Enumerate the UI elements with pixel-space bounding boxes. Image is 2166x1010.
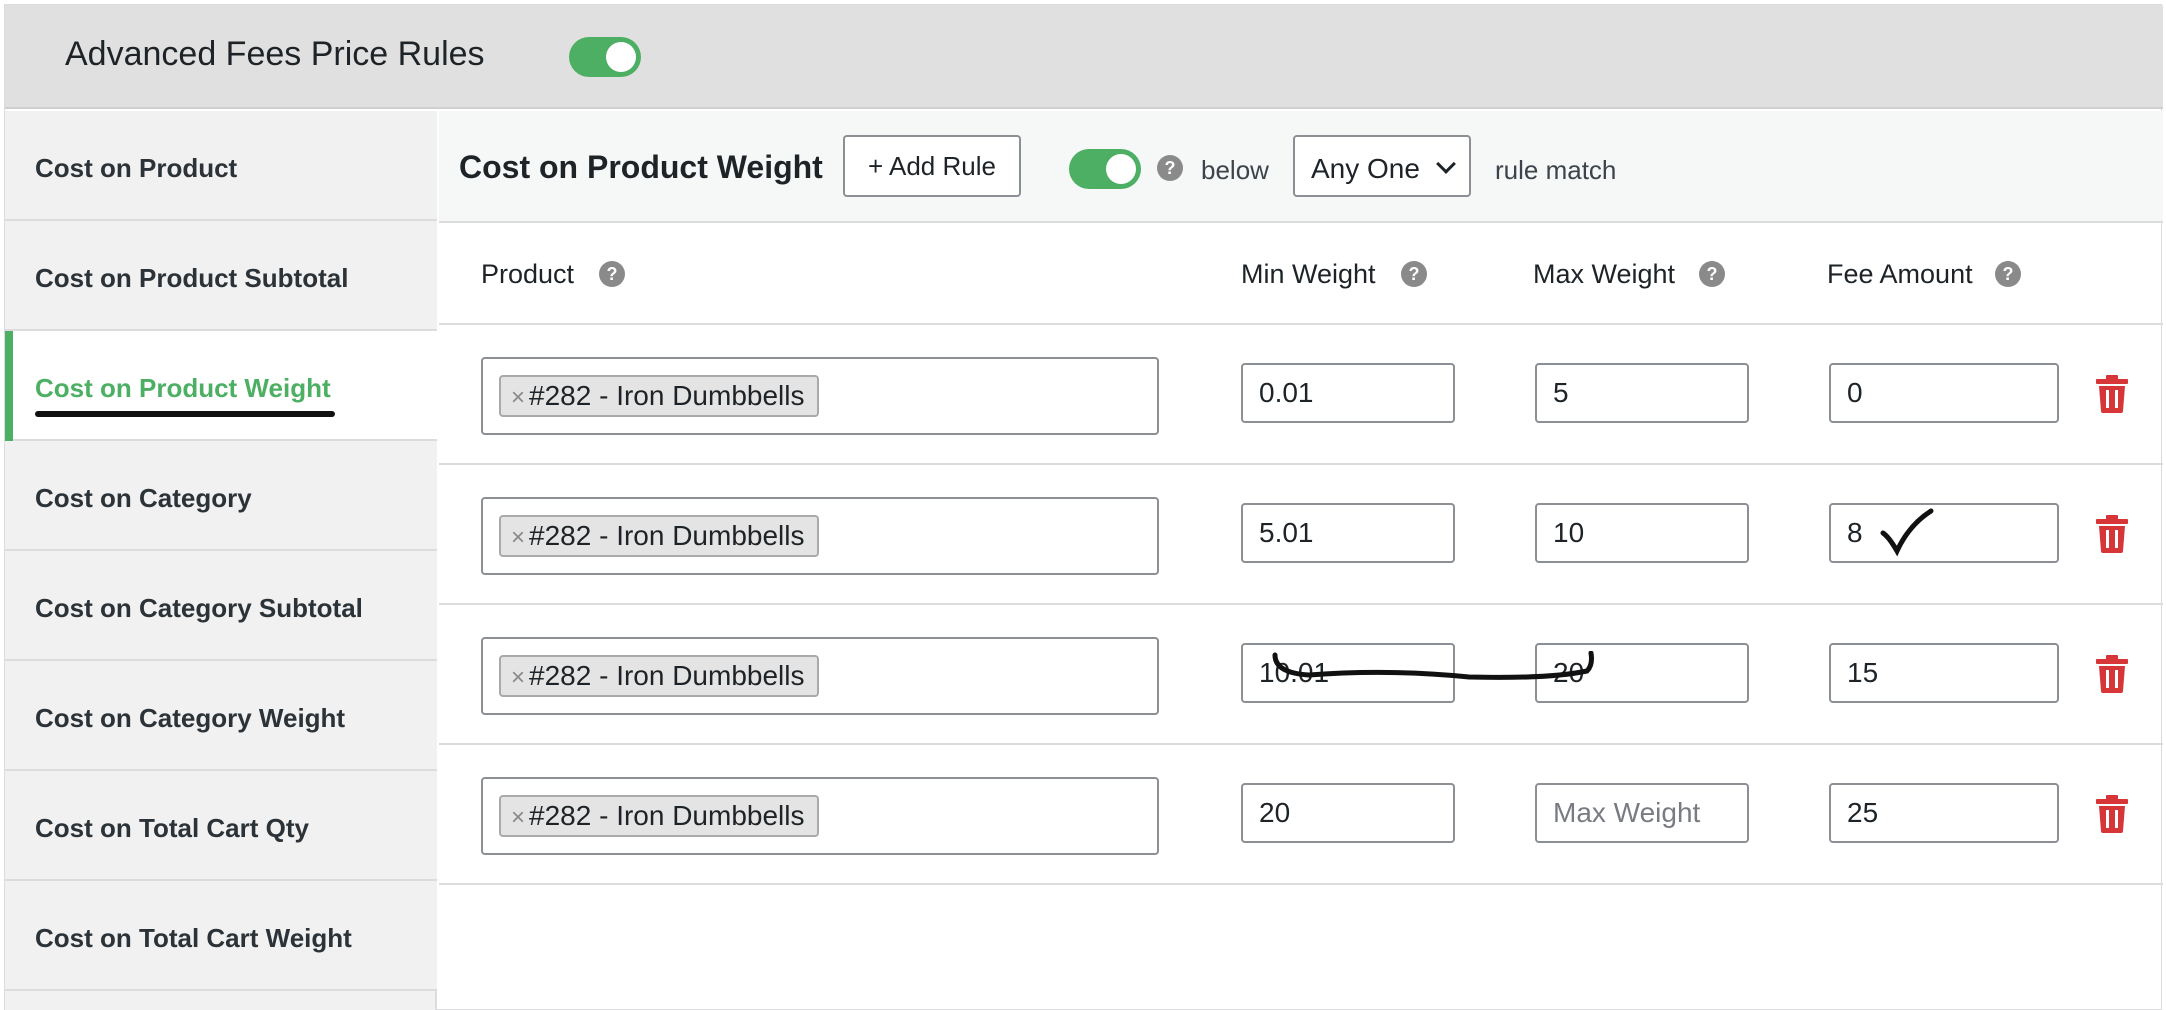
sidebar-item-cost-on-product-weight[interactable]: Cost on Product Weight [5,331,437,441]
chevron-down-icon [1436,154,1456,174]
max-weight-input[interactable] [1535,643,1749,703]
help-icon[interactable]: ? [1401,261,1427,287]
product-select[interactable]: × #282 - Iron Dumbbells [481,357,1159,435]
help-icon[interactable]: ? [1157,155,1183,181]
product-tag-label: #282 - Iron Dumbbells [529,380,805,411]
section-toolbar: Cost on Product Weight + Add Rule ? belo… [439,111,2163,223]
sidebar-item-cost-on-total-cart-qty[interactable]: Cost on Total Cart Qty [5,771,437,881]
min-weight-input[interactable] [1241,503,1455,563]
section-enable-toggle[interactable] [1069,149,1141,189]
fee-amount-input[interactable] [1829,643,2059,703]
min-weight-input[interactable] [1241,643,1455,703]
fee-amount-input[interactable] [1829,503,2059,563]
product-tag-label: #282 - Iron Dumbbells [529,800,805,831]
trash-icon[interactable] [2095,375,2129,413]
fee-amount-input[interactable] [1829,783,2059,843]
table-row: × #282 - Iron Dumbbells [439,745,2163,885]
table-row: × #282 - Iron Dumbbells [439,325,2163,465]
column-header-max-weight: Max Weight [1533,259,1676,289]
below-label: below [1201,155,1269,185]
help-icon[interactable]: ? [599,261,625,287]
add-rule-button[interactable]: + Add Rule [843,135,1021,197]
column-header-product: Product [481,259,575,289]
product-tag-label: #282 - Iron Dumbbells [529,520,805,551]
help-icon[interactable]: ? [1699,261,1725,287]
close-icon[interactable]: × [511,524,525,551]
close-icon[interactable]: × [511,664,525,691]
product-select[interactable]: × #282 - Iron Dumbbells [481,637,1159,715]
sidebar-item-label: Cost on Product Subtotal [35,263,349,293]
sidebar-item-cost-on-product-subtotal[interactable]: Cost on Product Subtotal [5,221,437,331]
rule-match-label: rule match [1495,155,1617,185]
sidebar-item-label: Cost on Total Cart Qty [35,813,309,843]
rules-sidebar: Cost on Product Cost on Product Subtotal… [5,111,437,1010]
product-tag: × #282 - Iron Dumbbells [499,795,819,837]
sidebar-item-cost-on-category-weight[interactable]: Cost on Category Weight [5,661,437,771]
hand-drawn-underline [35,411,335,417]
sidebar-item-cost-on-category[interactable]: Cost on Category [5,441,437,551]
max-weight-input[interactable] [1535,503,1749,563]
toggle-knob [606,42,636,72]
toggle-knob [1106,154,1136,184]
sidebar-item-cost-on-category-subtotal[interactable]: Cost on Category Subtotal [5,551,437,661]
product-tag: × #282 - Iron Dumbbells [499,515,819,557]
sidebar-item-cost-on-total-cart-weight[interactable]: Cost on Total Cart Weight [5,881,437,991]
product-tag: × #282 - Iron Dumbbells [499,375,819,417]
sidebar-item-label: Cost on Product Weight [35,373,331,403]
product-tag-label: #282 - Iron Dumbbells [529,660,805,691]
close-icon[interactable]: × [511,384,525,411]
max-weight-input[interactable] [1535,783,1749,843]
close-icon[interactable]: × [511,804,525,831]
min-weight-input[interactable] [1241,363,1455,423]
table-row: × #282 - Iron Dumbbells [439,465,2163,605]
table-row: × #282 - Iron Dumbbells [439,605,2163,745]
advanced-fees-toggle[interactable] [569,37,641,77]
product-select[interactable]: × #282 - Iron Dumbbells [481,497,1159,575]
sidebar-item-label: Cost on Category Weight [35,703,346,733]
min-weight-input[interactable] [1241,783,1455,843]
advanced-fees-panel: Advanced Fees Price Rules Cost on Produc… [4,4,2163,1010]
panel-title: Advanced Fees Price Rules [65,35,485,73]
sidebar-item-cost-on-product[interactable]: Cost on Product [5,111,437,221]
sidebar-item-label: Cost on Category Subtotal [35,593,363,623]
column-header-min-weight: Min Weight [1241,259,1376,289]
trash-icon[interactable] [2095,795,2129,833]
sidebar-item-label: Cost on Category [35,483,252,513]
product-select[interactable]: × #282 - Iron Dumbbells [481,777,1159,855]
panel-header: Advanced Fees Price Rules [5,5,2163,109]
rule-match-select-value: Any One [1311,153,1420,184]
section-title: Cost on Product Weight [459,149,823,185]
help-icon[interactable]: ? [1995,261,2021,287]
product-tag: × #282 - Iron Dumbbells [499,655,819,697]
sidebar-item-label: Cost on Product [35,153,238,183]
trash-icon[interactable] [2095,515,2129,553]
column-header-fee-amount: Fee Amount [1827,259,1973,289]
max-weight-input[interactable] [1535,363,1749,423]
sidebar-item-label: Cost on Total Cart Weight [35,923,352,953]
rule-match-select[interactable]: Any One [1293,135,1471,197]
trash-icon[interactable] [2095,655,2129,693]
fee-amount-input[interactable] [1829,363,2059,423]
